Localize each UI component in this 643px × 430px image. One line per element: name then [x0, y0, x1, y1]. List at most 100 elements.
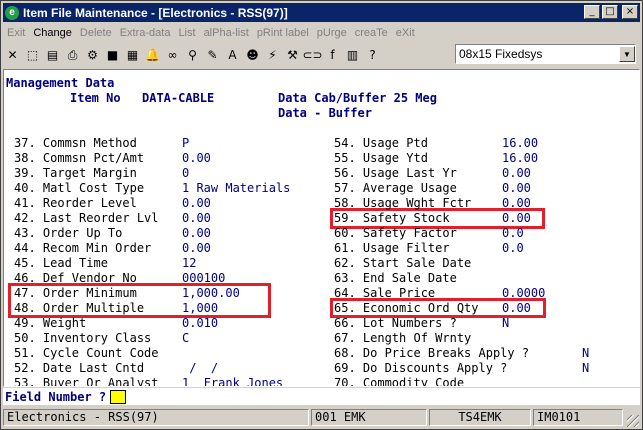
section-title: Management Data [6, 76, 115, 90]
search-icon[interactable]: ⚲ [183, 45, 202, 65]
left-field-value[interactable]: P [182, 136, 189, 151]
minimize-button[interactable]: _ [584, 5, 600, 19]
menu-bar: Exit Change Delete Extra-data List alPha-list… [3, 24, 640, 42]
item-description-2: Data - Buffer [278, 106, 372, 120]
left-field-value[interactable]: 0.00 [182, 211, 211, 226]
wrench-icon[interactable]: ⚒ [283, 45, 302, 65]
menu-item-6[interactable]: pRint label [253, 27, 313, 39]
app-logo-icon[interactable]: e [5, 5, 19, 20]
font-icon[interactable]: A [223, 45, 242, 65]
left-field-label: 46. Def Vendor No [14, 271, 137, 285]
field-number-input[interactable] [110, 389, 127, 404]
chevron-down-icon[interactable]: ▼ [619, 46, 635, 62]
left-field-label: 51. Cycle Count Code [14, 346, 159, 360]
left-field-label: 43. Order Up To [14, 226, 123, 240]
menu-item-0[interactable]: Exit [3, 27, 29, 39]
close-icon[interactable]: ✕ [3, 45, 22, 65]
right-field-label: 60. Safety Factor [334, 226, 457, 240]
left-field-label: 45. Lead Time [14, 256, 108, 270]
right-field-value[interactable]: 16.00 [502, 151, 538, 166]
menu-item-3[interactable]: Extra-data [116, 27, 175, 39]
left-field-value[interactable]: 0.00 [182, 151, 211, 166]
left-field-label: 40. Matl Cost Type [14, 181, 145, 195]
right-field-value[interactable]: 0.00 [502, 181, 531, 196]
right-field-label: 69. Do Discounts Apply ? [334, 361, 508, 375]
left-field-value[interactable]: 1,000 [182, 301, 218, 316]
right-field-value[interactable]: 0.0 [502, 226, 524, 241]
binoculars-icon[interactable]: ∞ [163, 45, 182, 65]
menu-item-2[interactable]: Delete [76, 27, 116, 39]
select-icon[interactable]: ⬚ [23, 45, 42, 65]
field-number-bar: Field Number ? [3, 388, 640, 405]
toolbar: ✕ ⬚ ▤ ⎙ ⚙ ■ ▦ 🔔 ∞ ⚲ ✎ A ☻ ⚡ ⚒ ⊂⊃ f ▥? 08x15 Fixedsys ▼ [3, 43, 640, 67]
left-field-label: 53. Buyer Or Analyst [14, 376, 159, 387]
window-title: Item File Maintenance - [Electronics - R… [23, 5, 288, 20]
right-field-value[interactable]: 0.0 [502, 241, 524, 256]
left-field-label: 38. Commsn Pct/Amt [14, 151, 145, 165]
right-field-label: 64. Sale Price [334, 286, 436, 300]
lightning-icon[interactable]: ⚡ [263, 45, 282, 65]
left-field-value[interactable]: 1 Raw Materials [182, 181, 290, 196]
stop-icon[interactable]: ■ [103, 45, 122, 65]
right-field-label: 65. Economic Ord Qty [334, 301, 479, 315]
right-field-label: 54. Usage Ptd [334, 136, 428, 150]
menu-item-9[interactable]: eXit [392, 27, 419, 39]
left-field-label: 37. Commsn Method [14, 136, 137, 150]
right-field-value[interactable]: 0.00 [502, 166, 531, 181]
menu-item-8[interactable]: creaTe [351, 27, 392, 39]
form-icon[interactable]: ▦ [123, 45, 142, 65]
left-field-value[interactable]: 1,000.00 [182, 286, 240, 301]
function-icon[interactable]: f [323, 45, 342, 65]
font-select[interactable]: 08x15 Fixedsys ▼ [455, 44, 636, 64]
right-field-value[interactable]: 0.00 [502, 211, 531, 226]
left-field-value[interactable]: 1 Frank Jones [182, 376, 283, 386]
left-field-label: 52. Date Last Cntd [14, 361, 145, 375]
left-field-value[interactable]: 0.00 [182, 226, 211, 241]
left-field-value[interactable]: 12 [182, 256, 196, 271]
font-select-value: 08x15 Fixedsys [459, 47, 543, 61]
right-field-value[interactable]: N [582, 346, 589, 361]
right-field-value[interactable]: 0.00 [502, 301, 531, 316]
printer-icon[interactable]: ⎙ [63, 45, 82, 65]
field-number-prompt: Field Number ? [5, 389, 107, 404]
status-user: 001 EMK [311, 408, 427, 426]
left-field-label: 42. Last Reorder Lvl [14, 211, 159, 225]
menu-item-4[interactable]: List [174, 27, 199, 39]
menu-item-7[interactable]: pUrge [313, 27, 351, 39]
book-icon[interactable]: ▥ [343, 45, 362, 65]
left-field-value[interactable]: C [182, 331, 189, 346]
resize-grip[interactable] [627, 415, 639, 427]
right-field-value[interactable]: N [502, 316, 509, 331]
settings-icon[interactable]: ⚙ [83, 45, 102, 65]
left-field-label: 44. Recom Min Order [14, 241, 152, 255]
terminal-screen: Management Data Item No DATA-CABLE Data … [3, 69, 640, 387]
help-icon[interactable]: ? [363, 45, 382, 65]
right-field-label: 59. Safety Stock [334, 211, 450, 225]
right-field-label: 67. Length Of Wrnty [334, 331, 472, 345]
left-field-label: 49. Weight [14, 316, 87, 330]
close-button[interactable]: × [622, 5, 638, 19]
edit-icon[interactable]: ✎ [203, 45, 222, 65]
left-field-value[interactable]: 0.00 [182, 241, 211, 256]
bell-icon[interactable]: 🔔 [143, 45, 162, 65]
right-field-value[interactable]: 0.00 [502, 196, 531, 211]
left-field-value[interactable]: 000100 [182, 271, 225, 286]
maximize-button[interactable]: □ [602, 5, 618, 19]
document-icon[interactable]: ▤ [43, 45, 62, 65]
portrait-icon[interactable]: ☻ [243, 45, 262, 65]
right-field-value[interactable]: 0.0000 [502, 286, 545, 301]
right-field-value[interactable]: 16.00 [502, 136, 538, 151]
left-field-value[interactable]: 0.00 [182, 196, 211, 211]
link-icon[interactable]: ⊂⊃ [302, 45, 323, 65]
left-field-label: 50. Inventory Class [14, 331, 152, 345]
right-field-value[interactable]: N [582, 361, 589, 376]
right-field-label: 55. Usage Ytd [334, 151, 428, 165]
left-field-value[interactable]: 0 [182, 166, 189, 181]
right-field-label: 56. Usage Last Yr [334, 166, 457, 180]
menu-item-5[interactable]: alPha-list [200, 27, 253, 39]
status-company: Electronics - RSS(97) [3, 408, 309, 426]
left-field-value[interactable]: 0.010 [182, 316, 218, 331]
menu-item-1[interactable]: Change [29, 27, 76, 39]
right-field-label: 66. Lot Numbers ? [334, 316, 457, 330]
left-field-value[interactable]: / / [182, 361, 218, 376]
